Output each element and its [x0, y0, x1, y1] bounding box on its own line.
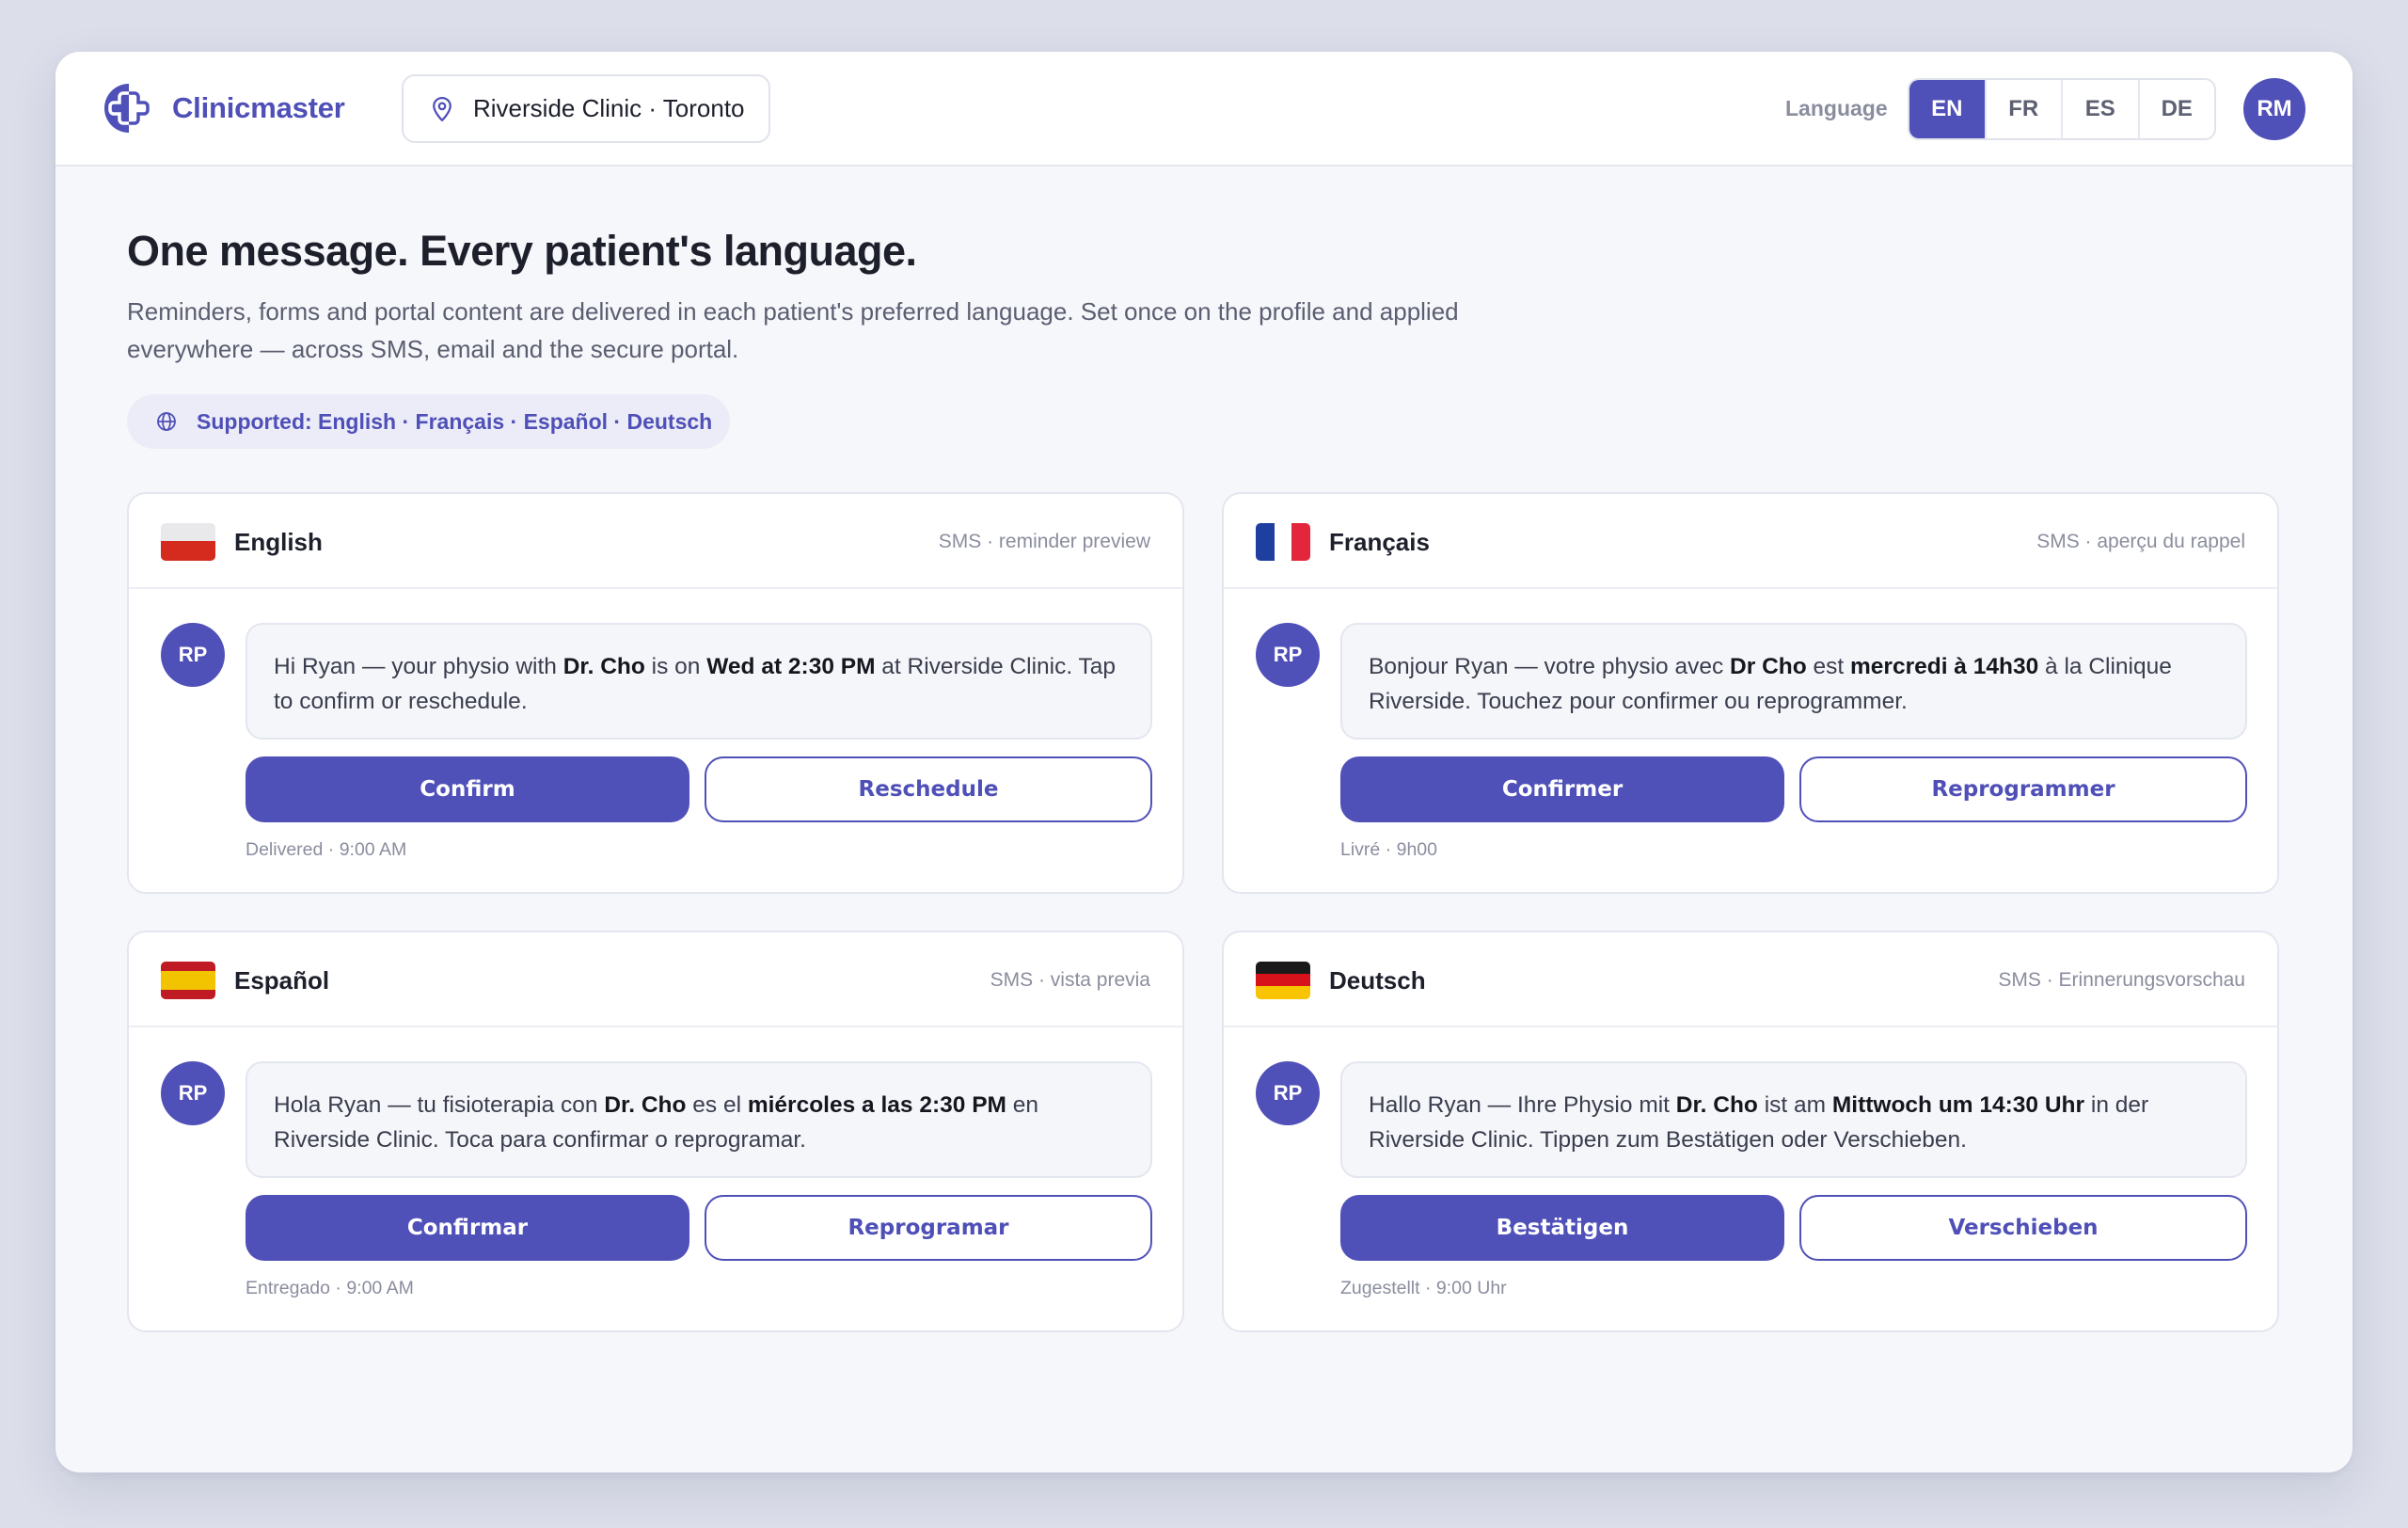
globe-icon [157, 412, 176, 431]
map-pin-icon [433, 96, 452, 121]
preview-card-german: Deutsch SMS · Erinnerungsvorschau RP Hal… [1222, 931, 2279, 1332]
doctor-name: Dr. Cho [1675, 1092, 1758, 1118]
france-flag-icon [1256, 523, 1310, 561]
canada-flag-icon [161, 523, 215, 561]
sms-message-bubble: Bonjour Ryan — votre physio avec Dr Cho … [1340, 623, 2247, 740]
patient-avatar: RP [161, 1061, 225, 1125]
card-header: Français SMS · aperçu du rappel [1224, 494, 2277, 589]
delivery-status: Entregado · 9:00 AM [246, 1278, 414, 1298]
appointment-time: miércoles a las 2:30 PM [747, 1092, 1006, 1118]
top-bar: Clinicmaster Riverside Clinic · Toronto … [55, 52, 2353, 167]
user-avatar[interactable]: RM [2243, 78, 2305, 140]
doctor-name: Dr Cho [1730, 654, 1807, 679]
doctor-name: Dr. Cho [604, 1092, 687, 1118]
location-selector[interactable]: Riverside Clinic · Toronto [402, 74, 770, 143]
language-option-en[interactable]: EN [1909, 80, 1985, 138]
language-switcher: EN FR ES DE [1908, 78, 2216, 140]
card-header: English SMS · reminder preview [129, 494, 1182, 589]
reschedule-button[interactable]: Reprogrammer [1799, 756, 2247, 822]
preview-card-spanish: Español SMS · vista previa RP Hola Ryan … [127, 931, 1184, 1332]
brand-name: Clinicmaster [172, 91, 345, 124]
app-window: Clinicmaster Riverside Clinic · Toronto … [55, 52, 2353, 1472]
card-language: Deutsch [1329, 966, 1426, 995]
confirm-button[interactable]: Confirmar [246, 1195, 689, 1261]
card-channel: SMS · reminder preview [938, 531, 1150, 552]
preview-card-english: English SMS · reminder preview RP Hi Rya… [127, 492, 1184, 894]
supported-languages-badge: Supported: English · Français · Español … [127, 394, 730, 449]
brand[interactable]: Clinicmaster [101, 80, 345, 136]
germany-flag-icon [1256, 962, 1310, 999]
clinic-cross-logo-icon [104, 84, 150, 133]
patient-avatar: RP [1256, 623, 1320, 687]
card-channel: SMS · Erinnerungsvorschau [1998, 969, 2245, 991]
sms-message-bubble: Hallo Ryan — Ihre Physio mit Dr. Cho ist… [1340, 1061, 2247, 1178]
appointment-time: Mittwoch um 14:30 Uhr [1831, 1092, 2085, 1118]
language-label: Language [1785, 96, 1888, 120]
supported-languages-text: Supported: English · Français · Español … [197, 408, 713, 434]
language-option-de[interactable]: DE [2137, 80, 2215, 138]
spain-flag-icon [161, 962, 215, 999]
confirm-button[interactable]: Confirm [246, 756, 689, 822]
location-label: Riverside Clinic · Toronto [473, 94, 745, 122]
confirm-button[interactable]: Bestätigen [1340, 1195, 1784, 1261]
language-option-es[interactable]: ES [2061, 80, 2138, 138]
delivery-status: Delivered · 9:00 AM [246, 839, 407, 860]
appointment-time: Wed at 2:30 PM [706, 654, 876, 679]
sms-message-bubble: Hola Ryan — tu fisioterapia con Dr. Cho … [246, 1061, 1152, 1178]
reschedule-button[interactable]: Reprogramar [705, 1195, 1152, 1261]
page-subtitle: Reminders, forms and portal content are … [127, 297, 1459, 363]
reschedule-button[interactable]: Reschedule [705, 756, 1152, 822]
card-language: Español [234, 966, 330, 995]
card-header: Deutsch SMS · Erinnerungsvorschau [1224, 932, 2277, 1027]
confirm-button[interactable]: Confirmer [1340, 756, 1784, 822]
reschedule-button[interactable]: Verschieben [1799, 1195, 2247, 1261]
delivery-status: Livré · 9h00 [1340, 839, 1437, 860]
patient-avatar: RP [161, 623, 225, 687]
appointment-time: mercredi à 14h30 [1850, 654, 2039, 679]
page-title: One message. Every patient's language. [127, 227, 917, 275]
language-option-fr[interactable]: FR [1984, 80, 2062, 138]
card-header: Español SMS · vista previa [129, 932, 1182, 1027]
patient-avatar: RP [1256, 1061, 1320, 1125]
delivery-status: Zugestellt · 9:00 Uhr [1340, 1278, 1507, 1298]
card-language: Français [1329, 528, 1430, 556]
card-language: English [234, 528, 323, 556]
doctor-name: Dr. Cho [562, 654, 645, 679]
card-channel: SMS · vista previa [990, 969, 1150, 991]
card-channel: SMS · aperçu du rappel [2036, 531, 2245, 552]
preview-card-french: Français SMS · aperçu du rappel RP Bonjo… [1222, 492, 2279, 894]
sms-message-bubble: Hi Ryan — your physio with Dr. Cho is on… [246, 623, 1152, 740]
